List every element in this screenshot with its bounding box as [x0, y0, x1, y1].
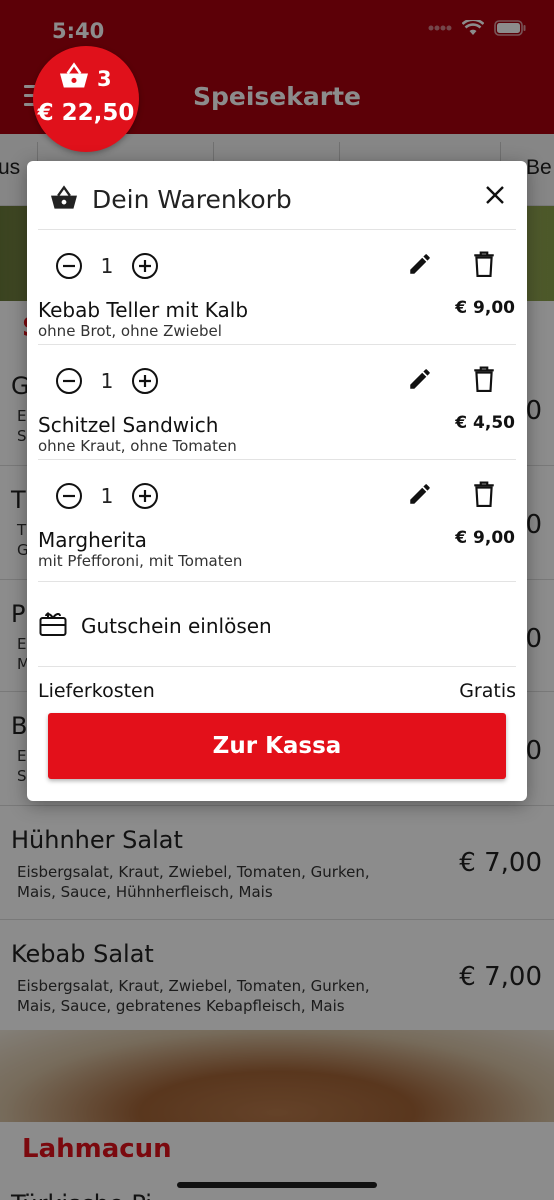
quantity-stepper: 1 [55, 367, 159, 395]
voucher-button[interactable]: Gutschein einlösen [38, 601, 516, 663]
quantity-value: 1 [100, 369, 114, 393]
quantity-stepper: 1 [55, 252, 159, 280]
cart-total: € 22,50 [37, 100, 135, 126]
cart-item: 1 Schitzel Sandwich ohne Kraut, ohne Tom… [27, 345, 527, 460]
basket-icon [60, 62, 88, 88]
trash-icon[interactable] [473, 251, 495, 277]
cart-item-options: mit Pfefforoni, mit Tomaten [38, 552, 243, 570]
home-indicator[interactable] [177, 1182, 377, 1188]
cart-dialog: Dein Warenkorb 1 Kebab Teller mit Kalb o… [27, 161, 527, 801]
cart-item-price: € 4,50 [455, 413, 515, 433]
cart-badge[interactable]: 3 € 22,50 [33, 46, 139, 152]
cart-item: 1 Margherita mit Pfefforoni, mit Tomaten… [27, 460, 527, 575]
minus-circle-icon[interactable] [55, 367, 83, 395]
cart-item-options: ohne Brot, ohne Zwiebel [38, 322, 222, 340]
dialog-title: Dein Warenkorb [92, 185, 292, 214]
plus-circle-icon[interactable] [131, 252, 159, 280]
app-screen: 5:40 Speisekarte us Be S G Ei S 0 T T G … [0, 0, 554, 1200]
cart-count: 3 [97, 67, 112, 91]
delivery-cost-label: Lieferkosten [38, 680, 155, 702]
trash-icon[interactable] [473, 366, 495, 392]
plus-circle-icon[interactable] [131, 367, 159, 395]
checkout-button[interactable]: Zur Kassa [48, 713, 506, 779]
quantity-stepper: 1 [55, 482, 159, 510]
trash-icon[interactable] [473, 481, 495, 507]
quantity-value: 1 [100, 484, 114, 508]
delivery-cost-value: Gratis [459, 680, 516, 702]
cart-item-name: Schitzel Sandwich [38, 413, 219, 437]
voucher-label: Gutschein einlösen [81, 614, 272, 638]
quantity-value: 1 [100, 254, 114, 278]
edit-icon[interactable] [407, 481, 433, 507]
cart-item-name: Margherita [38, 528, 147, 552]
minus-circle-icon[interactable] [55, 482, 83, 510]
cart-item-name: Kebab Teller mit Kalb [38, 298, 249, 322]
edit-icon[interactable] [407, 366, 433, 392]
close-icon[interactable] [483, 183, 507, 207]
basket-icon [51, 185, 77, 209]
gift-card-icon [39, 612, 67, 636]
edit-icon[interactable] [407, 251, 433, 277]
cart-item-options: ohne Kraut, ohne Tomaten [38, 437, 237, 455]
cart-item-price: € 9,00 [455, 298, 515, 318]
cart-item: 1 Kebab Teller mit Kalb ohne Brot, ohne … [27, 230, 527, 345]
cart-item-price: € 9,00 [455, 528, 515, 548]
plus-circle-icon[interactable] [131, 482, 159, 510]
minus-circle-icon[interactable] [55, 252, 83, 280]
